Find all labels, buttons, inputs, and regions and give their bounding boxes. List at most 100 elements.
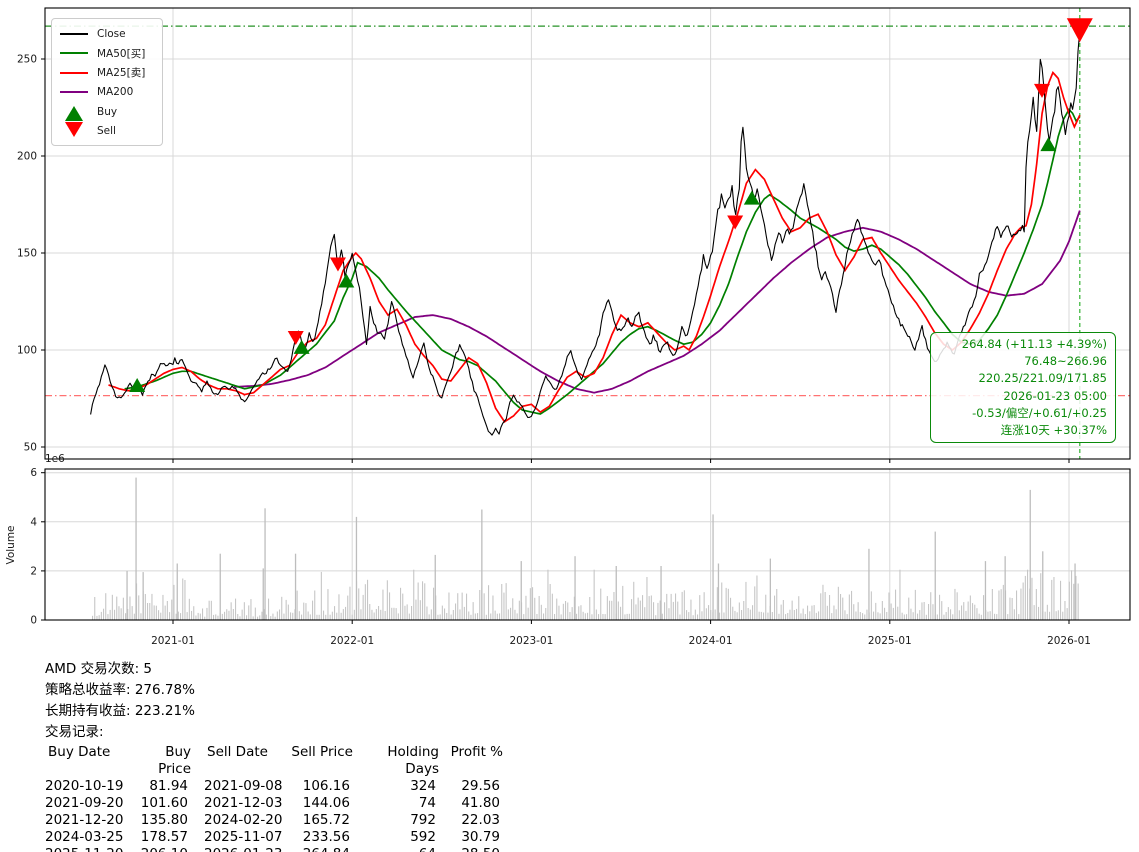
volume-bar xyxy=(825,592,826,620)
trade-cell: 324 xyxy=(350,778,436,795)
volume-bar xyxy=(1067,608,1068,620)
trade-cell: 592 xyxy=(350,829,436,846)
volume-bar xyxy=(886,612,887,620)
volume-bar xyxy=(805,614,806,620)
volume-bar xyxy=(165,606,166,620)
volume-bar xyxy=(677,602,678,620)
chart-canvas: 5010015020025002462021-012022-012023-012… xyxy=(0,0,1139,652)
volume-bar xyxy=(334,606,335,620)
volume-bar xyxy=(503,593,504,620)
volume-bar xyxy=(611,601,612,620)
volume-bar xyxy=(906,614,907,620)
volume-bar xyxy=(723,613,724,621)
volume-bar xyxy=(864,615,865,621)
volume-bar xyxy=(517,613,518,620)
volume-bar xyxy=(1012,598,1013,620)
trade-cell: 74 xyxy=(350,795,436,812)
volume-bar xyxy=(1027,570,1028,620)
volume-spike-bar xyxy=(616,566,617,620)
volume-bar xyxy=(525,596,526,620)
volume-bar xyxy=(567,603,568,621)
volume-bar xyxy=(858,602,859,620)
volume-bar xyxy=(937,615,938,621)
volume-bar xyxy=(583,612,584,620)
volume-bar xyxy=(308,612,309,621)
volume-bar xyxy=(1031,578,1032,620)
volume-bar xyxy=(154,605,155,620)
volume-bar xyxy=(961,606,962,621)
volume-bar xyxy=(814,605,815,620)
volume-spike-bar xyxy=(712,514,713,620)
volume-bar xyxy=(327,589,328,620)
trade-cell: 144.06 xyxy=(288,795,350,812)
volume-bar xyxy=(244,602,245,620)
volume-bar xyxy=(607,596,608,620)
price-tick-label: 100 xyxy=(17,345,37,357)
volume-spike-bar xyxy=(935,532,936,620)
volume-bar xyxy=(440,614,441,620)
volume-bar xyxy=(609,601,610,620)
volume-spike-bar xyxy=(660,566,661,620)
trade-cell: 165.72 xyxy=(288,812,350,829)
volume-bar xyxy=(930,592,931,620)
volume-bar xyxy=(338,594,339,620)
volume-bar xyxy=(541,605,542,620)
volume-bar xyxy=(211,601,212,620)
volume-bar xyxy=(853,604,854,620)
volume-bar xyxy=(591,614,592,620)
volume-bar xyxy=(558,606,559,620)
volume-bar xyxy=(1020,589,1021,620)
volume-bar xyxy=(268,599,269,620)
volume-bar xyxy=(1056,611,1057,620)
close-line-swatch xyxy=(60,33,88,35)
col-profit-pct: Profit % xyxy=(439,744,503,778)
buy-marker xyxy=(1040,137,1056,151)
ma25-line-swatch xyxy=(60,72,88,74)
volume-bar xyxy=(959,610,960,620)
volume-bar xyxy=(530,588,531,620)
volume-bar xyxy=(103,609,104,620)
legend-item-ma25: MA25[卖] xyxy=(60,63,154,83)
volume-bar xyxy=(363,595,364,620)
volume-bar xyxy=(191,611,192,620)
volume-bar xyxy=(343,609,344,620)
legend-label: MA25[卖] xyxy=(97,65,145,80)
volume-bar xyxy=(1047,605,1048,620)
volume-bar xyxy=(180,613,181,620)
volume-bar xyxy=(466,594,467,620)
volume-bar xyxy=(444,609,445,621)
volume-tick-label: 2 xyxy=(30,565,37,577)
volume-spike-bar xyxy=(868,549,869,620)
annot-streak: 连涨10天 +30.37% xyxy=(937,422,1107,439)
trade-cell: 30.79 xyxy=(436,829,500,846)
volume-bar xyxy=(629,614,630,620)
volume-bar xyxy=(589,597,590,620)
volume-bar xyxy=(1058,610,1059,620)
volume-bar xyxy=(173,585,174,620)
volume-bar xyxy=(939,595,940,620)
volume-bar xyxy=(288,605,289,620)
volume-bar xyxy=(341,613,342,620)
volume-bar xyxy=(974,605,975,620)
volume-bar xyxy=(860,612,861,620)
date-tick-label: 2026-01 xyxy=(1047,635,1091,647)
volume-bar xyxy=(998,591,999,621)
volume-bar xyxy=(528,608,529,620)
volume-bar xyxy=(778,614,779,620)
volume-bar xyxy=(987,612,988,620)
volume-bar xyxy=(398,613,399,620)
legend-label: Buy xyxy=(97,106,117,118)
volume-bar xyxy=(371,610,372,620)
volume-bar xyxy=(198,613,199,620)
volume-bar xyxy=(635,604,636,620)
volume-bar xyxy=(745,582,746,620)
volume-bar xyxy=(277,612,278,621)
volume-panel-border xyxy=(45,469,1130,620)
volume-bar xyxy=(272,614,273,620)
volume-spike-bar xyxy=(435,555,436,620)
volume-spike-bar xyxy=(263,568,264,620)
volume-bar xyxy=(508,609,509,620)
trade-cell: 2025-11-20 xyxy=(45,846,130,852)
volume-spike-bar xyxy=(177,564,178,621)
volume-bar xyxy=(305,603,306,620)
